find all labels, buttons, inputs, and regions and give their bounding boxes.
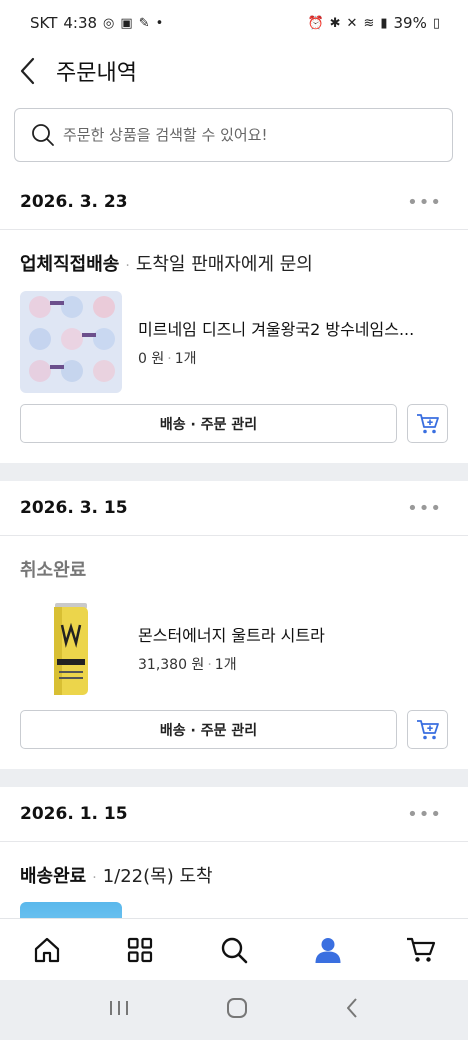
order-header: 2026. 3. 23 ••• [0,175,468,230]
back-arrow-icon [347,998,357,1018]
product-price: 0 원 [138,351,165,367]
alarm-icon: ⏰ [307,15,324,31]
product-row[interactable]: 미르네임 디즈니 겨울왕국2 방수네임스... 0 원 · 1개 [0,276,468,394]
nav-category[interactable] [110,925,170,975]
clock-time: 4:38 [63,14,98,32]
product-row[interactable]: 몬스터에너지 울트라 시트라 31,380 원 · 1개 [0,582,468,700]
nav-search[interactable] [204,925,264,975]
order-card: 2026. 3. 23 ••• 업체직접배송 · 도착일 판매자에게 문의 미르… [0,175,468,463]
nav-home[interactable] [17,925,77,975]
manage-order-button[interactable]: 배송 · 주문 관리 [20,710,398,749]
instagram-icon: ◎ [103,15,115,31]
grid-icon [128,937,153,962]
order-status-sub: 도착일 판매자에게 문의 [135,254,313,275]
separator-dot: · [167,351,172,367]
search-icon [32,124,54,146]
recent-apps-button[interactable] [108,998,130,1022]
product-info: 몬스터에너지 울트라 시트라 31,380 원 · 1개 [138,622,444,674]
pen-icon: ✎ [138,15,150,31]
signal-icon: ▮ [380,15,388,31]
search-icon [221,937,248,963]
separator-dot: · [92,870,97,886]
order-card: 2026. 1. 15 ••• 배송완료 · 1/22(목) 도착 [0,787,468,918]
product-qty: 1개 [214,657,237,673]
search-section [0,96,468,180]
product-meta: 31,380 원 · 1개 [138,654,444,674]
home-icon [34,937,59,962]
person-icon [315,937,341,963]
order-date: 2026. 3. 23 [20,192,128,212]
order-header: 2026. 1. 15 ••• [0,787,468,842]
separator-dot: · [125,258,130,274]
product-name[interactable]: 몬스터에너지 울트라 시트라 [138,622,444,646]
product-thumbnail[interactable] [20,902,122,918]
order-status-line: 배송완료 · 1/22(목) 도착 [0,842,468,888]
product-price: 31,380 원 [138,657,205,673]
order-status-sub: 1/22(목) 도착 [102,866,213,887]
dot-icon: • [155,15,164,31]
gallery-icon: ▣ [120,15,133,31]
more-horizontal-icon[interactable]: ••• [407,804,442,825]
nav-my-page[interactable] [298,925,358,975]
product-qty: 1개 [174,351,197,367]
cart-plus-icon [416,413,439,433]
order-status: 배송완료 [20,866,87,887]
order-status-line: 취소완료 [0,536,468,582]
page-title: 주문내역 [56,61,137,86]
order-date: 2026. 3. 15 [20,498,128,518]
separator-dot: · [207,657,212,673]
add-to-cart-button[interactable] [407,404,448,443]
home-system-button[interactable] [226,997,248,1023]
bottom-nav [0,918,468,980]
battery-icon: ▯ [432,15,440,31]
order-actions: 배송 · 주문 관리 [0,700,468,749]
bluetooth-icon: ✱ [329,15,341,31]
product-info: 미르네임 디즈니 겨울왕국2 방수네임스... 0 원 · 1개 [138,316,444,368]
order-actions: 배송 · 주문 관리 [0,394,468,443]
cart-plus-icon [416,719,439,739]
order-status-line: 업체직접배송 · 도착일 판매자에게 문의 [0,230,468,276]
nav-cart[interactable] [391,925,451,975]
search-input[interactable] [63,126,423,144]
cart-icon [407,937,436,962]
more-horizontal-icon[interactable]: ••• [407,192,442,213]
order-date: 2026. 1. 15 [20,804,128,824]
recent-apps-icon [110,1001,128,1015]
order-header: 2026. 3. 15 ••• [0,481,468,536]
wifi-icon: ≋ [363,15,375,31]
back-button[interactable] [0,46,56,96]
carrier-label: SKT [30,14,58,32]
system-nav-bar [0,980,468,1040]
product-thumbnail[interactable] [20,597,122,699]
status-bar: SKT 4:38 ◎ ▣ ✎ • ⏰ ✱ ✕ ≋ ▮ 39% ▯ [0,0,468,46]
order-card: 2026. 3. 15 ••• 취소완료 몬스터에너지 울트라 시트라 31,3… [0,481,468,769]
product-name[interactable]: 미르네임 디즈니 겨울왕국2 방수네임스... [138,316,444,340]
order-status: 업체직접배송 [20,254,120,275]
product-row [0,888,468,918]
app-header: 주문내역 [0,46,468,96]
product-thumbnail[interactable] [20,291,122,393]
manage-order-button[interactable]: 배송 · 주문 관리 [20,404,398,443]
more-horizontal-icon[interactable]: ••• [407,498,442,519]
search-box[interactable] [14,108,453,162]
back-system-button[interactable] [344,997,360,1023]
add-to-cart-button[interactable] [407,710,448,749]
chevron-left-icon [20,57,35,85]
order-status: 취소완료 [20,560,87,581]
product-meta: 0 원 · 1개 [138,348,444,368]
mute-icon: ✕ [346,15,358,31]
home-square-icon [227,998,247,1018]
battery-percent: 39% [393,14,427,32]
